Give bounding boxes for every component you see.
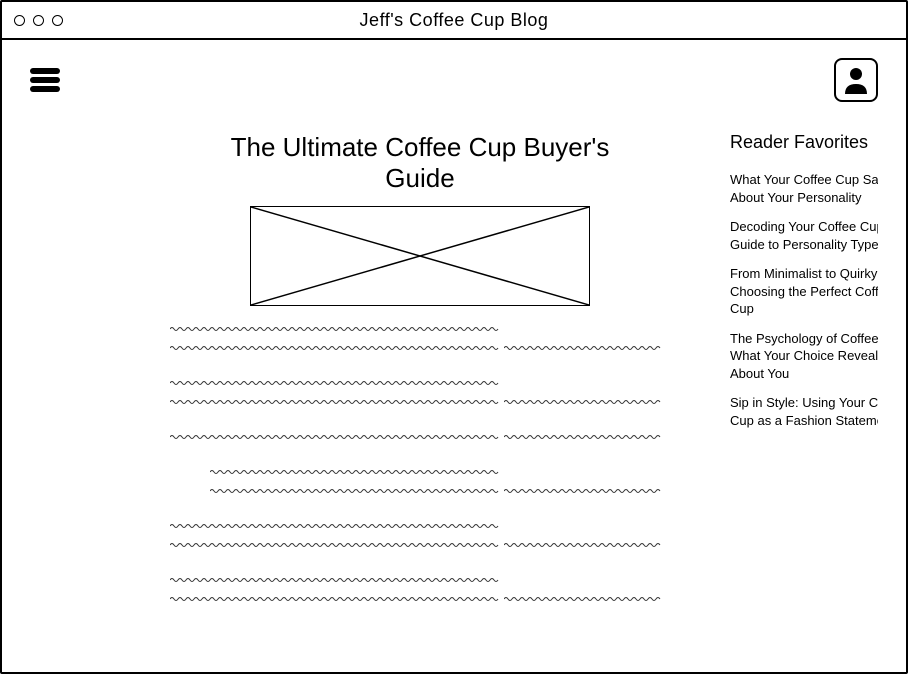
article-body xyxy=(160,324,680,652)
favorite-link[interactable]: The Psychology of Coffee Cups: What Your… xyxy=(730,330,878,383)
content-area: The Ultimate Coffee Cup Buyer's Guide xyxy=(2,40,906,672)
favorite-link[interactable]: Decoding Your Coffee Cup: A Guide to Per… xyxy=(730,218,878,253)
window-close-button[interactable] xyxy=(14,15,25,26)
sidebar: Reader Favorites What Your Coffee Cup Sa… xyxy=(730,132,878,652)
body-paragraph-quote xyxy=(170,467,670,505)
favorite-link[interactable]: From Minimalist to Quirky: Choosing the … xyxy=(730,265,878,318)
window-maximize-button[interactable] xyxy=(52,15,63,26)
body-paragraph xyxy=(170,378,670,416)
titlebar: Jeff's Coffee Cup Blog xyxy=(2,2,906,40)
window-minimize-button[interactable] xyxy=(33,15,44,26)
profile-button[interactable] xyxy=(834,58,878,102)
article-title: The Ultimate Coffee Cup Buyer's Guide xyxy=(160,132,680,194)
main-row: The Ultimate Coffee Cup Buyer's Guide xyxy=(30,132,878,652)
article-image-placeholder xyxy=(250,206,590,306)
menu-icon[interactable] xyxy=(30,68,60,92)
favorite-link[interactable]: What Your Coffee Cup Says About Your Per… xyxy=(730,171,878,206)
topbar xyxy=(30,58,878,102)
body-paragraph xyxy=(170,575,670,613)
article-column: The Ultimate Coffee Cup Buyer's Guide xyxy=(160,132,680,652)
window-controls xyxy=(14,15,63,26)
app-window: Jeff's Coffee Cup Blog The Ultimate Coff… xyxy=(0,0,908,674)
favorite-link[interactable]: Sip in Style: Using Your Coffee Cup as a… xyxy=(730,394,878,429)
body-paragraph xyxy=(170,324,670,362)
sidebar-title: Reader Favorites xyxy=(730,132,878,153)
body-paragraph xyxy=(170,521,670,559)
window-title: Jeff's Coffee Cup Blog xyxy=(360,10,549,31)
body-paragraph xyxy=(170,432,670,451)
profile-icon xyxy=(843,66,869,94)
